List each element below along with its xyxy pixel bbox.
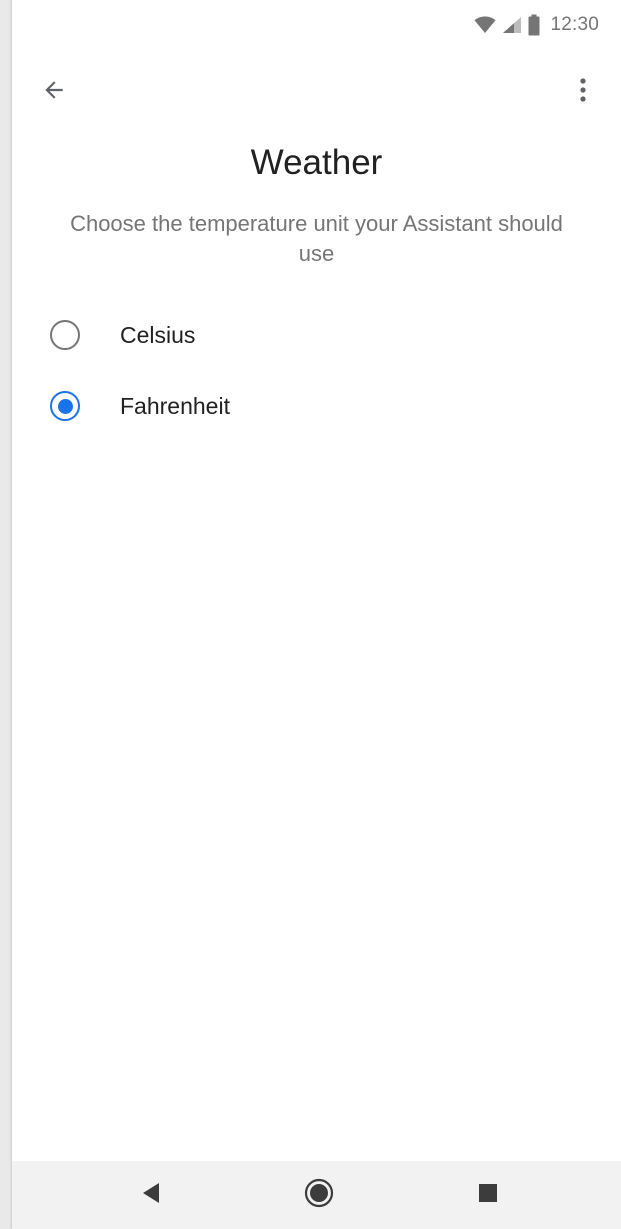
nav-back-icon <box>141 1182 161 1209</box>
app-screen: 12:30 Weather Choose the temperature uni… <box>12 0 621 1229</box>
back-button[interactable] <box>34 72 74 112</box>
radio-button-unselected[interactable] <box>50 320 80 350</box>
radio-label-fahrenheit: Fahrenheit <box>120 392 230 419</box>
radio-button-selected[interactable] <box>50 391 80 421</box>
nav-recents-icon <box>478 1183 498 1208</box>
cellular-signal-icon <box>502 16 522 34</box>
wifi-icon <box>474 16 496 34</box>
nav-home-button[interactable] <box>299 1175 339 1215</box>
nav-back-button[interactable] <box>131 1175 171 1215</box>
top-app-bar <box>12 66 621 118</box>
status-time: 12:30 <box>550 14 599 35</box>
page-title: Weather <box>250 143 383 182</box>
status-icons: 12:30 <box>474 13 599 37</box>
radio-label-celsius: Celsius <box>120 321 196 348</box>
page-subtitle: Choose the temperature unit your Assista… <box>70 211 563 266</box>
radio-option-celsius[interactable]: Celsius <box>12 305 621 365</box>
status-bar: 12:30 <box>12 0 621 50</box>
system-nav-bar <box>12 1161 621 1229</box>
arrow-back-icon <box>41 77 67 108</box>
battery-icon <box>528 14 540 36</box>
nav-home-icon <box>304 1178 334 1213</box>
more-options-button[interactable] <box>563 72 603 112</box>
more-vert-icon <box>579 77 587 108</box>
radio-option-fahrenheit[interactable]: Fahrenheit <box>12 376 621 436</box>
nav-recents-button[interactable] <box>468 1175 508 1215</box>
